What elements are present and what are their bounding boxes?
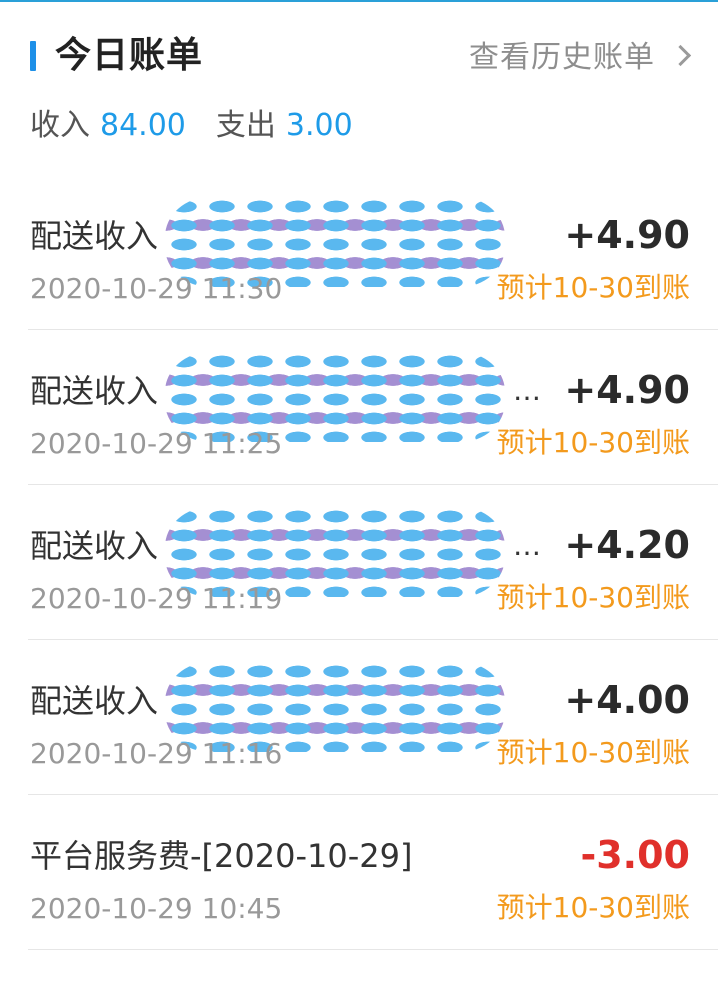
settlement-status: 预计10-30到账 <box>496 271 690 304</box>
chevron-right-icon <box>669 44 692 66</box>
header: 今日账单 查看历史账单 <box>0 0 718 110</box>
bill-amount: +4.20 <box>564 523 690 567</box>
title-accent-bar <box>30 41 36 71</box>
title-ellipsis: … <box>513 529 541 562</box>
bill-amount: +4.90 <box>564 213 690 257</box>
expense-label: 支出 <box>215 108 276 143</box>
bill-time: 2020-10-29 11:30 <box>30 272 283 305</box>
bill-row[interactable]: 配送收入 … +4.20 2020-10-29 11:19 预计10-30到账 <box>0 485 718 640</box>
income-label: 收入 <box>30 108 90 143</box>
income-value: 84.00 <box>100 108 186 143</box>
title-ellipsis: … <box>513 374 541 407</box>
bill-amount: +4.00 <box>564 678 690 722</box>
bill-row[interactable]: 配送收入 +4.00 2020-10-29 11:16 预计10-30到账 <box>0 640 718 795</box>
bill-time: 2020-10-29 11:25 <box>30 427 283 460</box>
settlement-status: 预计10-30到账 <box>496 426 690 459</box>
bill-amount: +4.90 <box>564 368 690 412</box>
settlement-status: 预计10-30到账 <box>496 581 690 614</box>
bill-title: 平台服务费-[2020-10-29] <box>30 837 413 875</box>
row-divider <box>28 949 718 950</box>
bill-title: 配送收入 <box>30 217 159 255</box>
settlement-status: 预计10-30到账 <box>496 891 690 924</box>
bill-time: 2020-10-29 11:19 <box>30 582 283 615</box>
page-title: 今日账单 <box>55 35 204 76</box>
daily-summary: 收入 84.00 支出 3.00 <box>30 108 353 144</box>
bill-title: 配送收入 <box>30 527 159 565</box>
settlement-status: 预计10-30到账 <box>496 736 690 769</box>
bill-title: 配送收入 <box>30 372 159 410</box>
history-bills-link[interactable]: 查看历史账单 <box>469 34 692 75</box>
history-link-label: 查看历史账单 <box>469 40 655 75</box>
bill-row[interactable]: 平台服务费-[2020-10-29] -3.00 2020-10-29 10:4… <box>0 795 718 950</box>
bill-row[interactable]: 配送收入 +4.90 2020-10-29 11:30 预计10-30到账 <box>0 175 718 330</box>
bill-time: 2020-10-29 10:45 <box>30 892 283 925</box>
bill-amount: -3.00 <box>580 833 690 877</box>
bill-time: 2020-10-29 11:16 <box>30 737 283 770</box>
bill-title: 配送收入 <box>30 682 159 720</box>
expense-value: 3.00 <box>285 108 353 143</box>
bill-row[interactable]: 配送收入 … +4.90 2020-10-29 11:25 预计10-30到账 <box>0 330 718 485</box>
